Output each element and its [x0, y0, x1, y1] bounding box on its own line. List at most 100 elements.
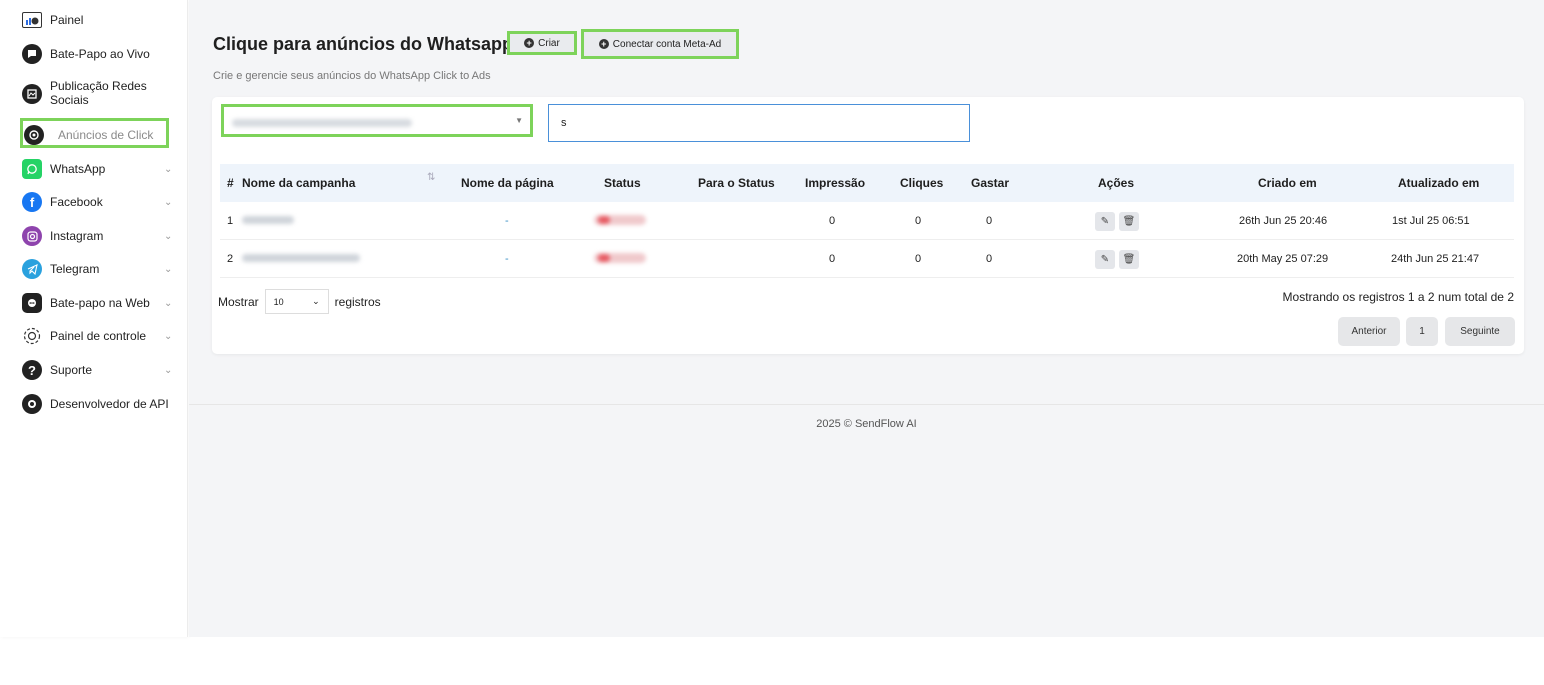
footer-divider [189, 404, 1544, 405]
redacted-account-name [232, 119, 412, 127]
sort-icon[interactable]: ⇅ [427, 172, 435, 183]
sidebar-item-control-panel[interactable]: Painel de controle ⌄ [22, 326, 172, 346]
social-post-icon [22, 84, 42, 104]
sidebar-item-telegram[interactable]: Telegram ⌄ [22, 259, 172, 279]
records-label: registros [334, 294, 381, 309]
sidebar-item-social-post[interactable]: Publicação Redes Sociais [22, 79, 147, 107]
column-header-number: # [227, 176, 234, 190]
sidebar-item-label-line2: Sociais [50, 93, 89, 107]
spend-cell: 0 [986, 253, 993, 265]
status-badge [594, 215, 646, 225]
chevron-down-icon: ⌄ [164, 297, 173, 309]
clicks-cell: 0 [915, 253, 922, 265]
sidebar: Painel Bate-Papo ao Vivo Publicação Rede… [0, 0, 188, 637]
column-header-updated[interactable]: Atualizado em [1398, 176, 1479, 190]
next-page-button[interactable]: Seguinte [1445, 317, 1515, 346]
created-cell: 26th Jun 25 20:46 [1239, 215, 1328, 227]
column-header-campaign-name[interactable]: Nome da campanha [242, 176, 355, 190]
delete-button[interactable]: 🗑 [1119, 212, 1139, 231]
page-title: Clique para anúncios do Whatsapp [213, 34, 514, 54]
sidebar-item-instagram[interactable]: Instagram ⌄ [22, 226, 172, 246]
chevron-down-icon: ⌄ [312, 296, 320, 306]
redacted-campaign-name [242, 254, 360, 262]
sidebar-item-label: Publicação Redes [50, 79, 147, 93]
column-header-status[interactable]: Status [604, 176, 641, 190]
edit-button[interactable]: ✎ [1095, 212, 1115, 231]
page-length-select[interactable]: 10 ⌄ [264, 289, 329, 314]
page-length-value: 10 [273, 296, 284, 307]
dashboard-icon [22, 12, 42, 28]
sidebar-item-support[interactable]: ? Suporte ⌄ [22, 360, 172, 380]
page-name-cell: - [505, 215, 509, 227]
sidebar-item-painel[interactable]: Painel [22, 12, 83, 28]
click-ads-icon [24, 125, 44, 145]
telegram-icon [22, 259, 42, 279]
edit-icon: ✎ [1100, 216, 1110, 227]
connect-button-label: Conectar conta Meta-Ad [612, 38, 722, 50]
whatsapp-icon [22, 159, 42, 179]
spend-cell: 0 [986, 215, 993, 227]
edit-button[interactable]: ✎ [1095, 250, 1115, 269]
main-content: Clique para anúncios do Whatsapp + Criar… [189, 0, 1544, 637]
column-header-created[interactable]: Criado em [1258, 176, 1317, 190]
created-cell: 20th May 25 07:29 [1237, 253, 1329, 265]
updated-cell: 1st Jul 25 06:51 [1392, 215, 1470, 227]
table-row: 2 - 0 0 0 ✎ 🗑 20th May 25 07:29 24th Jun… [220, 240, 1514, 278]
sidebar-item-whatsapp[interactable]: WhatsApp ⌄ [22, 159, 172, 179]
row-number: 1 [227, 215, 234, 227]
impressions-cell: 0 [829, 215, 836, 227]
help-icon: ? [22, 360, 42, 380]
instagram-icon [22, 226, 42, 246]
row-number: 2 [227, 253, 234, 265]
column-header-impressions[interactable]: Impressão [805, 176, 865, 190]
chevron-down-icon: ⌄ [164, 163, 173, 175]
page-length-control: Mostrar 10 ⌄ registros [218, 289, 381, 314]
table-row: 1 - 0 0 0 ✎ 🗑 26th Jun 25 20:46 1st Jul … [220, 202, 1514, 240]
chevron-down-icon: ⌄ [164, 196, 173, 208]
impressions-cell: 0 [829, 253, 836, 265]
sidebar-item-facebook[interactable]: f Facebook ⌄ [22, 192, 172, 212]
api-icon [22, 394, 42, 414]
plus-circle-icon: + [524, 38, 535, 48]
status-badge [594, 253, 646, 263]
facebook-icon: f [22, 192, 42, 212]
sidebar-item-web-chat[interactable]: Bate-papo na Web ⌄ [22, 293, 172, 313]
page-subtitle: Crie e gerencie seus anúncios do WhatsAp… [213, 70, 491, 82]
create-button-label: Criar [538, 37, 560, 49]
sidebar-item-label: Facebook [50, 195, 103, 209]
sidebar-item-label: Instagram [50, 229, 104, 243]
chevron-down-icon: ⌄ [164, 364, 173, 376]
sidebar-item-label: Anúncios de Click [58, 128, 154, 142]
updated-cell: 24th Jun 25 21:47 [1391, 253, 1480, 265]
delete-button[interactable]: 🗑 [1119, 250, 1139, 269]
clicks-cell: 0 [915, 215, 922, 227]
table-header: # Nome da campanha ⇅ Nome da página Stat… [220, 164, 1514, 202]
chevron-down-icon: ⌄ [164, 230, 173, 242]
sidebar-item-label: Desenvolvedor de API [50, 397, 169, 411]
sidebar-item-live-chat[interactable]: Bate-Papo ao Vivo [22, 44, 150, 64]
show-label: Mostrar [218, 294, 259, 309]
sidebar-item-label: Telegram [50, 262, 100, 276]
page-1-button[interactable]: 1 [1406, 317, 1438, 346]
sidebar-item-api-developer[interactable]: Desenvolvedor de API [22, 394, 169, 414]
column-header-to-status[interactable]: Para o Status [698, 176, 775, 190]
caret-down-icon: ▼ [515, 116, 523, 125]
page-name-cell: - [505, 253, 509, 265]
column-header-spend[interactable]: Gastar [971, 176, 1009, 190]
column-header-page-name[interactable]: Nome da página [461, 176, 554, 190]
search-input[interactable] [548, 104, 970, 142]
column-header-clicks[interactable]: Cliques [900, 176, 943, 190]
chevron-down-icon: ⌄ [164, 330, 173, 342]
create-button[interactable]: + Criar [507, 31, 577, 55]
account-select[interactable]: ▼ [221, 104, 533, 137]
sidebar-item-label: Painel [50, 13, 84, 27]
sidebar-item-click-ads[interactable]: Anúncios de Click [22, 125, 153, 145]
edit-icon: ✎ [1100, 254, 1110, 265]
connect-meta-ad-button[interactable]: + Conectar conta Meta-Ad [581, 29, 739, 59]
table-info: Mostrando os registros 1 a 2 num total d… [1282, 290, 1514, 304]
previous-page-button[interactable]: Anterior [1338, 317, 1400, 346]
gear-icon [22, 326, 42, 346]
web-chat-icon [22, 293, 42, 313]
sidebar-item-label: Bate-papo na Web [50, 296, 150, 310]
trash-icon: 🗑 [1122, 254, 1136, 265]
